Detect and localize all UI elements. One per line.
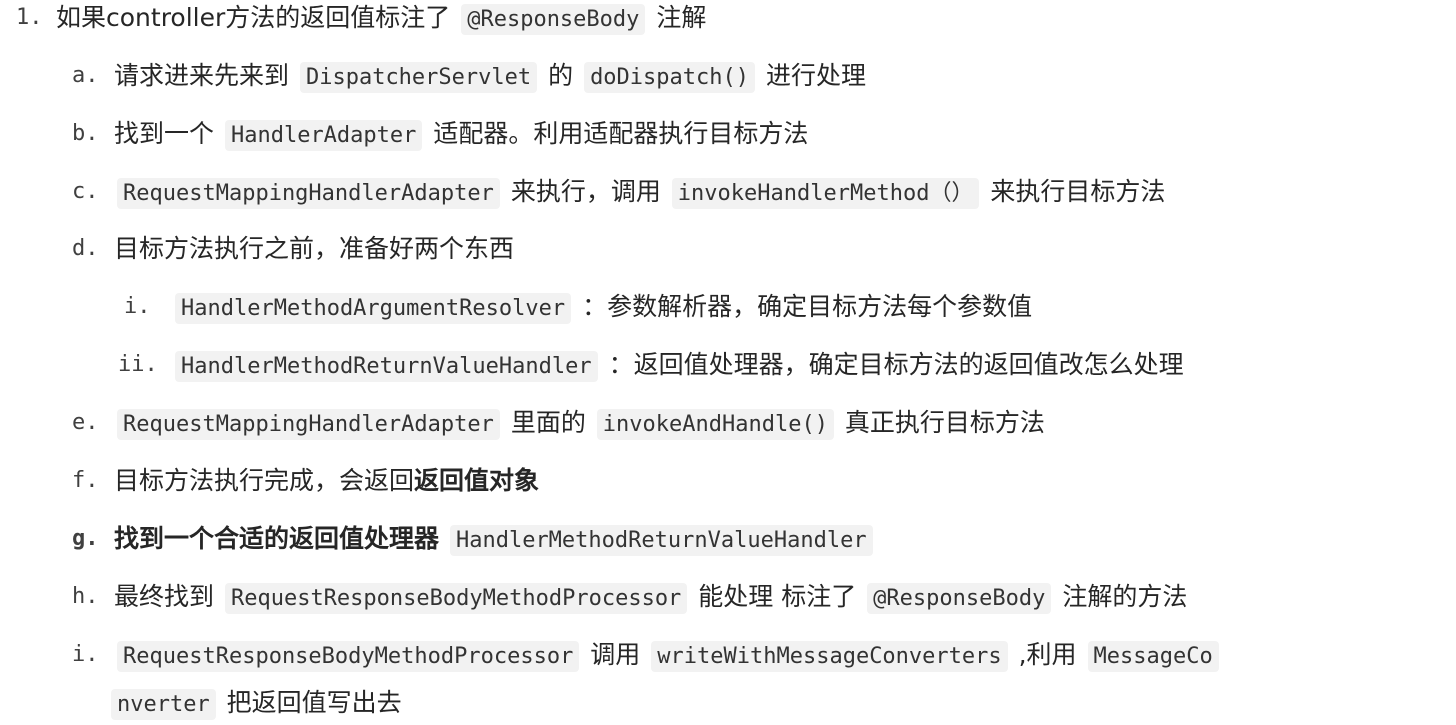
inline-code: @ResponseBody [867,583,1052,614]
list-marker: a. [72,63,99,88]
inline-code: doDispatch() [584,62,756,93]
inline-code: RequestMappingHandlerAdapter [117,409,500,440]
list-marker: d. [72,236,99,261]
item-text: ,利用 [1018,640,1077,669]
inline-code: HandlerMethodReturnValueHandler [449,525,873,556]
inline-code: invokeHandlerMethod（） [671,178,980,209]
list-marker: f. [72,468,99,493]
item-text: 适配器。利用适配器执行目标方法 [433,119,809,148]
list-marker: b. [72,121,99,146]
inline-code: @ResponseBody [461,4,646,35]
list-marker: i. [124,294,151,319]
inline-code: HandlerMethodArgumentResolver [175,293,572,324]
inline-code: RequestResponseBodyMethodProcessor [224,583,688,614]
item-bold-text: 找到一个合适的返回值处理器 [114,524,440,553]
item-text: 里面的 [510,408,586,437]
item-text: 最终找到 [114,582,215,611]
list-marker: e. [72,410,99,435]
item-text: 调用 [590,640,641,669]
item-text: 注解 [656,3,707,32]
list-marker: 1. [16,5,43,30]
inline-code: DispatcherServlet [299,62,538,93]
item-text: ：参数解析器，确定目标方法每个参数值 [582,292,1033,321]
inline-code: invokeAndHandle() [596,409,834,440]
item-text: 能处理 标注了 [698,582,857,611]
document-body: 1. 如果controller方法的返回值标注了 @ResponseBody 注… [0,0,1456,724]
item-text: 真正执行目标方法 [844,408,1045,437]
inline-code: nverter [111,689,216,720]
item-text: 如果controller方法的返回值标注了 [56,3,451,32]
item-text: 把返回值写出去 [226,688,402,717]
item-text: 来执行目标方法 [990,177,1166,206]
inline-code: MessageCo [1087,641,1219,672]
item-text: ：返回值处理器，确定目标方法的返回值改怎么处理 [608,350,1184,379]
inline-code: RequestMappingHandlerAdapter [117,178,500,209]
list-marker: c. [72,179,99,204]
item-text: 的 [548,61,574,90]
item-bold-text: 返回值对象 [414,466,540,495]
list-marker: h. [72,584,99,609]
inline-code: HandlerAdapter [224,120,423,151]
inline-code: HandlerMethodReturnValueHandler [175,351,598,382]
inline-code: writeWithMessageConverters [651,641,1008,672]
item-text: 来执行，调用 [510,177,661,206]
item-text: 找到一个 [114,119,215,148]
item-text: 目标方法执行完成，会返回 [114,466,415,495]
item-text: 目标方法执行之前，准备好两个东西 [114,234,515,263]
list-marker: g. [72,526,99,551]
list-marker: i. [72,642,99,667]
item-text: 进行处理 [765,61,866,90]
list-marker: ii. [118,352,158,377]
item-text: 注解的方法 [1062,582,1188,611]
item-text: 请求进来先来到 [114,61,290,90]
inline-code: RequestResponseBodyMethodProcessor [117,641,580,672]
